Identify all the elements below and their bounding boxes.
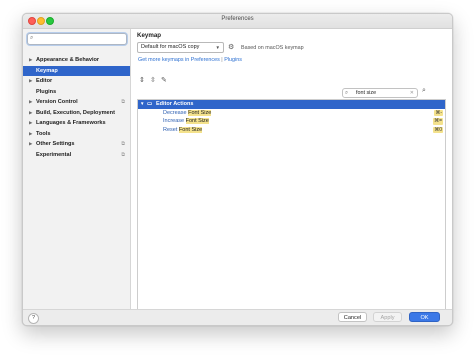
- chevron-down-icon[interactable]: ▼: [140, 100, 144, 109]
- link-separator: |: [221, 57, 223, 63]
- keymap-actions-tree: ▼ ▭ Editor Actions Decrease Font Size ⌘-…: [137, 99, 446, 310]
- keymap-search-value: font size: [356, 90, 377, 96]
- sidebar-item-other-settings[interactable]: ▶ Other Settings ⧉: [23, 139, 130, 150]
- sidebar-item-label: Experimental: [36, 151, 72, 158]
- keymap-scheme-value: Default for macOS copy: [141, 44, 200, 50]
- shortcut-badge: ⌘-: [434, 109, 443, 116]
- chevron-right-icon[interactable]: ▶: [29, 129, 33, 140]
- chevron-right-icon[interactable]: ▶: [29, 55, 33, 66]
- sidebar-item-version-control[interactable]: ▶ Version Control ⧉: [23, 97, 130, 108]
- project-scope-icon: ⧉: [121, 99, 125, 105]
- sidebar-item-label: Build, Execution, Deployment: [36, 109, 115, 116]
- tree-group-editor-actions[interactable]: ▼ ▭ Editor Actions: [138, 100, 445, 109]
- preferences-keymaps-link[interactable]: Get more keymaps in Preferences: [138, 57, 220, 63]
- chevron-right-icon[interactable]: ▶: [29, 139, 33, 150]
- settings-search-input[interactable]: ⌕: [27, 33, 127, 45]
- dialog-footer: ? Cancel Apply OK: [23, 309, 452, 325]
- clear-search-icon[interactable]: ✕: [410, 89, 414, 97]
- chevron-down-icon: ▼: [215, 45, 220, 50]
- project-scope-icon: ⧉: [121, 151, 125, 158]
- shortcut-badge: ⌘0: [433, 126, 443, 133]
- chevron-right-icon[interactable]: ▶: [29, 76, 33, 87]
- preferences-window: Preferences ⌕ ▶ Appearance & Behavior Ke…: [22, 13, 453, 326]
- keymaps-link-line: Get more keymaps in Preferences | Plugin…: [138, 57, 242, 63]
- sidebar-item-plugins[interactable]: Plugins: [23, 87, 130, 98]
- sidebar-item-label: Appearance & Behavior: [36, 57, 100, 63]
- sidebar-item-label: Other Settings: [36, 141, 75, 147]
- sidebar-item-appearance-behavior[interactable]: ▶ Appearance & Behavior: [23, 55, 130, 66]
- sidebar-item-tools[interactable]: ▶ Tools: [23, 129, 130, 140]
- keymap-scheme-select[interactable]: Default for macOS copy ▼: [137, 42, 224, 53]
- tree-action-row[interactable]: Increase Font Size ⌘=: [138, 117, 445, 126]
- sidebar-item-experimental[interactable]: Experimental ⧉: [23, 150, 130, 161]
- settings-sidebar: ⌕ ▶ Appearance & Behavior Keymap ▶ Edito…: [23, 29, 131, 309]
- sidebar-item-label: Keymap: [36, 67, 58, 74]
- based-on-label: Based on macOS keymap: [241, 45, 304, 51]
- title-bar: Preferences: [23, 14, 452, 29]
- sidebar-item-editor[interactable]: ▶ Editor: [23, 76, 130, 87]
- sidebar-item-languages-frameworks[interactable]: ▶ Languages & Frameworks: [23, 118, 130, 129]
- project-scope-icon: ⧉: [121, 141, 125, 147]
- tree-group-label: Editor Actions: [156, 101, 194, 107]
- chevron-right-icon[interactable]: ▶: [29, 108, 33, 119]
- ok-button[interactable]: OK: [409, 312, 440, 322]
- search-icon: ⌕: [345, 90, 349, 96]
- sidebar-item-label: Languages & Frameworks: [36, 120, 106, 126]
- collapse-all-icon[interactable]: ⇳: [150, 76, 156, 84]
- chevron-right-icon[interactable]: ▶: [29, 118, 33, 129]
- action-label: Reset Font Size: [163, 126, 203, 133]
- help-button[interactable]: ?: [28, 313, 39, 324]
- sidebar-item-build-execution-deployment[interactable]: ▶ Build, Execution, Deployment: [23, 108, 130, 119]
- sidebar-item-label: Tools: [36, 130, 51, 137]
- shortcut-badge: ⌘=: [433, 118, 443, 125]
- sidebar-item-keymap[interactable]: Keymap: [23, 65, 130, 76]
- page-title: Keymap: [137, 32, 162, 39]
- folder-icon: ▭: [147, 101, 153, 107]
- expand-all-icon[interactable]: ⇕: [139, 76, 145, 84]
- action-label: Increase Font Size: [163, 118, 209, 124]
- sidebar-item-label: Editor: [36, 78, 53, 84]
- edit-shortcut-icon[interactable]: ✎: [161, 76, 167, 84]
- window-title: Preferences: [221, 16, 254, 22]
- settings-tree: ▶ Appearance & Behavior Keymap ▶ Editor …: [23, 55, 130, 160]
- search-icon: ⌕: [30, 35, 34, 41]
- gear-icon[interactable]: ⚙: [228, 43, 234, 51]
- tree-action-row[interactable]: Decrease Font Size ⌘-: [138, 109, 445, 118]
- keymap-search-input[interactable]: ⌕ font size ✕: [342, 88, 418, 98]
- find-shortcut-icon[interactable]: ⌕: [422, 87, 426, 95]
- sidebar-item-label: Plugins: [36, 88, 57, 95]
- chevron-right-icon[interactable]: ▶: [29, 97, 33, 108]
- apply-button[interactable]: Apply: [373, 312, 402, 322]
- action-label: Decrease Font Size: [163, 109, 212, 116]
- sidebar-item-label: Version Control: [36, 99, 78, 105]
- tree-action-row[interactable]: Reset Font Size ⌘0: [138, 126, 445, 135]
- cancel-button[interactable]: Cancel: [338, 312, 367, 322]
- plugins-link[interactable]: Plugins: [224, 57, 242, 63]
- keymap-panel: Keymap Default for macOS copy ▼ ⚙ Based …: [131, 29, 452, 310]
